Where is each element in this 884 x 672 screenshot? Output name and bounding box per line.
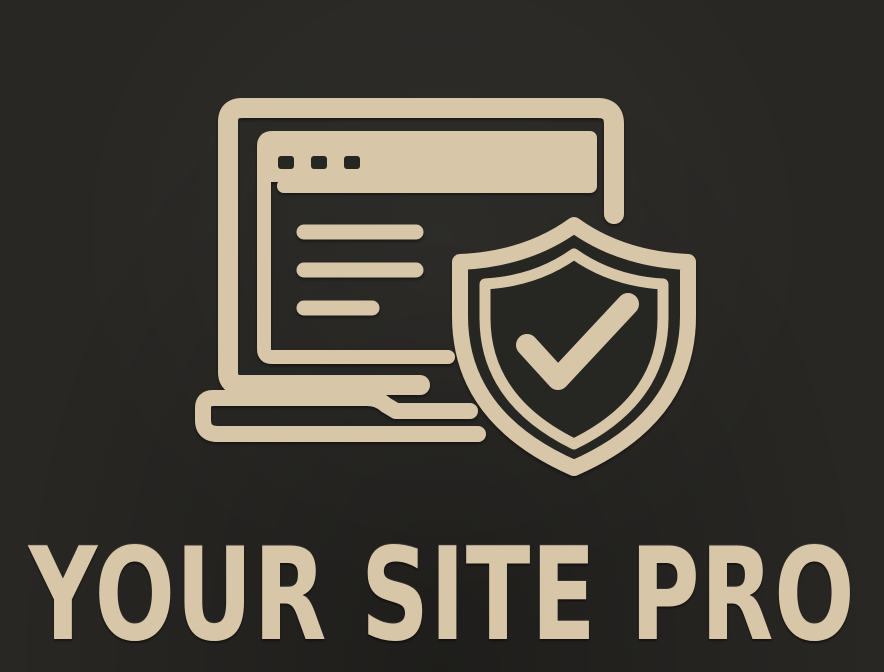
brand-wordmark: YOUR SITE PRO xyxy=(29,520,855,672)
window-dot-1 xyxy=(278,156,294,169)
laptop-base xyxy=(195,390,486,442)
shield-icon xyxy=(452,217,696,476)
logo: YOUR SITE PRO xyxy=(0,0,884,672)
website-security-emblem xyxy=(195,98,696,476)
window-dot-2 xyxy=(311,156,327,169)
brand-name: YOUR SITE PRO xyxy=(28,521,856,670)
window-dot-3 xyxy=(344,156,360,169)
